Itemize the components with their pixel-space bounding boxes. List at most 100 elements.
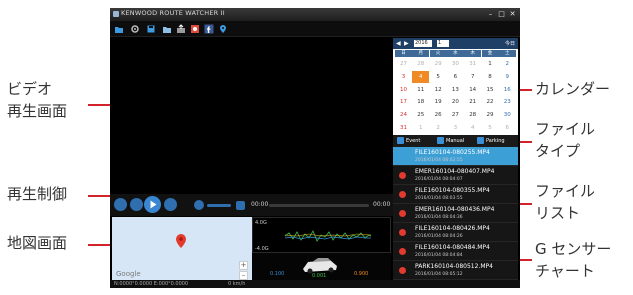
fast-forward-button[interactable] <box>164 198 177 211</box>
year-select[interactable]: 2016 <box>414 40 432 47</box>
calendar-day[interactable]: 28 <box>464 109 481 121</box>
calendar-day[interactable]: 31 <box>395 122 412 134</box>
minimize-button[interactable]: – <box>486 10 495 19</box>
next-month-button[interactable]: ▶ <box>404 40 409 47</box>
calendar-day[interactable]: 22 <box>482 96 499 108</box>
calendar-day[interactable]: 18 <box>412 96 429 108</box>
zoom-in-button[interactable]: + <box>239 261 248 270</box>
file-date: 2016/01/04 08:04:36 <box>415 215 463 220</box>
volume-slider[interactable] <box>207 204 231 207</box>
calendar-day[interactable]: 31 <box>464 58 481 70</box>
calendar-day[interactable]: 5 <box>430 71 447 83</box>
calendar-day[interactable]: 24 <box>395 109 412 121</box>
export-icon[interactable] <box>176 24 186 34</box>
file-list: FILE160104-080255.MP4 2016/01/04 08:02:55… <box>393 147 518 280</box>
calendar-day[interactable]: 11 <box>412 84 429 96</box>
calendar-day[interactable]: 10 <box>395 84 412 96</box>
weekday-label: 月 <box>412 50 430 57</box>
callout-file-list-line1: ファイル <box>535 182 596 200</box>
today-button[interactable]: 今日 <box>505 40 515 47</box>
rewind-button[interactable] <box>130 198 143 211</box>
file-list-item[interactable]: FILE160104-080255.MP4 2016/01/04 08:02:55 <box>393 147 518 166</box>
calendar-day[interactable]: 30 <box>447 58 464 70</box>
location-icon[interactable] <box>218 24 228 34</box>
file-list-item[interactable]: PARK160104-080512.MP4 2016/01/04 08:05:12 <box>393 261 518 280</box>
callout-g-sensor-line1: G センサー <box>535 240 612 258</box>
previous-button[interactable] <box>114 198 127 211</box>
calendar-day[interactable]: 23 <box>499 96 516 108</box>
map-view[interactable]: + – Google <box>112 217 252 280</box>
zoom-out-button[interactable]: – <box>239 271 248 280</box>
play-button[interactable] <box>144 196 161 213</box>
calendar-day[interactable]: 14 <box>464 84 481 96</box>
calendar-day[interactable]: 29 <box>482 109 499 121</box>
calendar-day[interactable]: 21 <box>464 96 481 108</box>
file-date: 2016/01/04 08:04:07 <box>415 177 463 182</box>
calendar-day[interactable]: 29 <box>430 58 447 70</box>
calendar-day[interactable]: 17 <box>395 96 412 108</box>
window-title: KENWOOD ROUTE WATCHER II <box>121 9 225 17</box>
prev-month-button[interactable]: ◀ <box>396 40 401 47</box>
calendar-day[interactable]: 1 <box>482 58 499 70</box>
save-icon[interactable] <box>146 24 156 34</box>
calendar-day[interactable]: 7 <box>464 71 481 83</box>
calendar-day[interactable]: 3 <box>395 71 412 83</box>
file-list-item[interactable]: EMER160104-080436.MP4 2016/01/04 08:04:36 <box>393 204 518 223</box>
calendar-day[interactable]: 4 <box>412 70 430 83</box>
calendar-day[interactable]: 12 <box>430 84 447 96</box>
file-list-item[interactable]: EMER160104-080407.MP4 2016/01/04 08:04:07 <box>393 166 518 185</box>
calendar-day[interactable]: 28 <box>412 58 429 70</box>
calendar-day[interactable]: 25 <box>412 109 429 121</box>
folder-icon[interactable] <box>114 24 124 34</box>
calendar-day[interactable]: 3 <box>447 122 464 134</box>
calendar-day[interactable]: 9 <box>499 71 516 83</box>
callout-video-line1: ビデオ <box>7 80 53 98</box>
weekday-label: 火 <box>429 50 447 57</box>
seek-bar[interactable] <box>269 204 369 207</box>
calendar-day[interactable]: 27 <box>395 58 412 70</box>
car-icon <box>303 258 337 274</box>
calendar-day[interactable]: 15 <box>482 84 499 96</box>
g-sensor-graph <box>284 230 372 242</box>
callout-file-list-line2: リスト <box>535 204 581 222</box>
calendar-day[interactable]: 16 <box>499 84 516 96</box>
calendar-day[interactable]: 2 <box>430 122 447 134</box>
calendar-day[interactable]: 30 <box>499 109 516 121</box>
volume-icon[interactable] <box>194 200 204 210</box>
calendar-day[interactable]: 8 <box>482 71 499 83</box>
fullscreen-icon[interactable] <box>236 201 245 210</box>
weekday-label: 金 <box>481 50 499 57</box>
filter-parking-checkbox[interactable]: Parking <box>477 137 505 145</box>
calendar-day[interactable]: 19 <box>430 96 447 108</box>
calendar-day[interactable]: 13 <box>447 84 464 96</box>
close-button[interactable]: ✕ <box>508 10 517 19</box>
facebook-icon[interactable] <box>204 24 214 34</box>
calendar-day[interactable]: 5 <box>482 122 499 134</box>
photo-icon[interactable] <box>190 24 200 34</box>
file-list-item[interactable]: FILE160104-080484.MP4 2016/01/04 08:04:84 <box>393 242 518 261</box>
filter-manual-checkbox[interactable]: Manual <box>437 137 464 145</box>
file-status-icon <box>399 267 406 274</box>
filter-event-checkbox[interactable]: Event <box>397 137 420 145</box>
folder-open-icon[interactable] <box>162 24 172 34</box>
calendar-day[interactable]: 2 <box>499 58 516 70</box>
calendar-day[interactable]: 6 <box>499 122 516 134</box>
video-player[interactable] <box>112 38 389 193</box>
settings-icon[interactable] <box>130 24 140 34</box>
calendar-day[interactable]: 26 <box>430 109 447 121</box>
toolbar <box>110 21 520 37</box>
calendar-day[interactable]: 6 <box>447 71 464 83</box>
status-bar: N:0000°0.0000 E:000°0.0000 0 km/h <box>110 280 520 288</box>
file-status-icon <box>399 229 406 236</box>
file-status-icon <box>399 172 406 179</box>
file-list-item[interactable]: FILE160104-080355.MP4 2016/01/04 08:03:55 <box>393 185 518 204</box>
file-name: FILE160104-080355.MP4 <box>415 187 490 194</box>
calendar-day[interactable]: 27 <box>447 109 464 121</box>
calendar-day[interactable]: 20 <box>447 96 464 108</box>
maximize-button[interactable]: □ <box>497 10 506 19</box>
calendar-day[interactable]: 1 <box>412 122 429 134</box>
calendar-day[interactable]: 4 <box>464 122 481 134</box>
month-select[interactable]: 1 <box>437 40 449 47</box>
gps-coordinates: N:0000°0.0000 E:000°0.0000 <box>114 281 189 287</box>
file-list-item[interactable]: FILE160104-080426.MP4 2016/01/04 08:04:26 <box>393 223 518 242</box>
